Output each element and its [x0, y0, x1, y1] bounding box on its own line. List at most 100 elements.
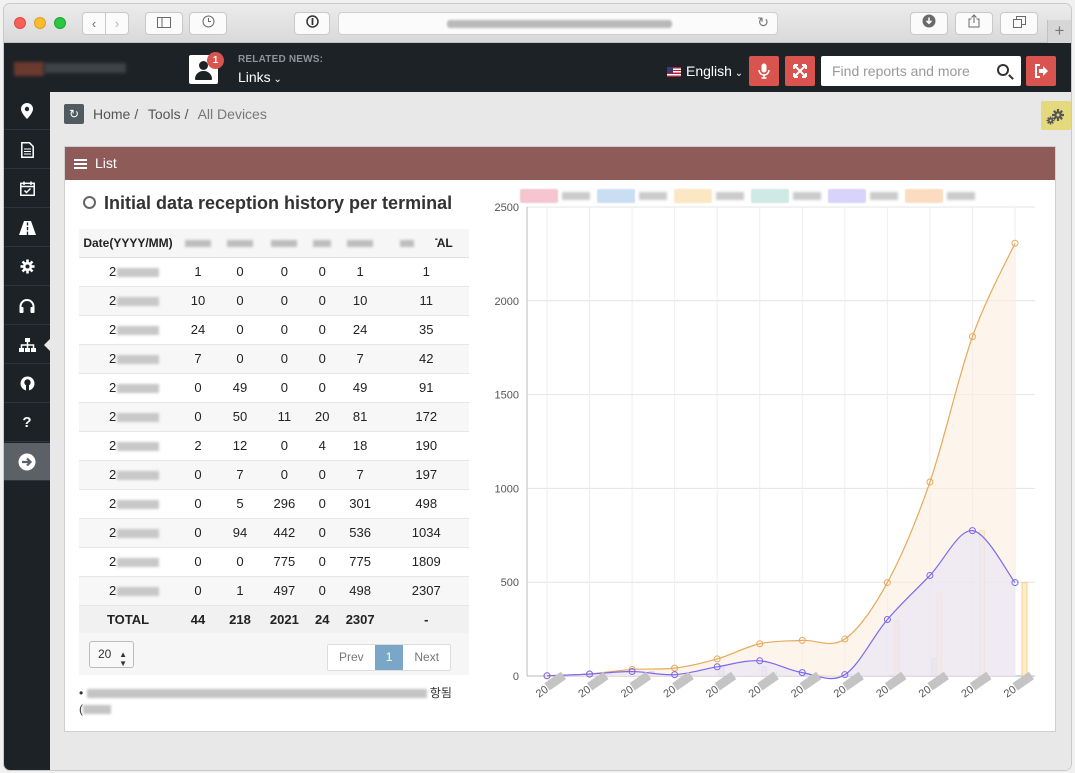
column-header-date[interactable]: Date(YYYY/MM): [79, 229, 177, 258]
table-row: 2 24 0 0 0 24 35: [79, 315, 469, 345]
column-header[interactable]: [219, 229, 261, 258]
sidebar-item-road[interactable]: [4, 209, 50, 247]
table-cell: 0: [261, 344, 308, 374]
table-cell: 91: [383, 373, 469, 403]
fullscreen-button[interactable]: [785, 56, 815, 86]
x-tick-redacted: [544, 671, 567, 691]
column-header[interactable]: [177, 229, 219, 258]
microphone-icon: [758, 63, 770, 79]
left-sidebar: ?: [4, 92, 50, 770]
table-cell: 4: [307, 431, 337, 461]
table-cell: 0: [261, 257, 308, 287]
address-bar[interactable]: ↻: [338, 12, 778, 35]
share-icon: [968, 14, 980, 28]
table-cell: 775: [336, 547, 384, 577]
sidebar-item-settings[interactable]: [4, 248, 50, 286]
sidebar-item-map[interactable]: [4, 92, 50, 130]
legend-item[interactable]: [905, 189, 975, 203]
legend-item[interactable]: [828, 189, 898, 203]
table-header-row: Date(YYYY/MM) TOTAL: [79, 229, 469, 258]
sidebar-item-calendar[interactable]: [4, 170, 50, 208]
close-window-button[interactable]: [14, 17, 26, 29]
legend-item[interactable]: [597, 189, 667, 203]
tabs-overview-button[interactable]: [1000, 12, 1038, 35]
table-cell: 0: [219, 547, 261, 577]
download-icon: [922, 14, 936, 28]
table-cell: 0: [307, 315, 337, 345]
minimize-window-button[interactable]: [34, 17, 46, 29]
table-cell: 0: [219, 286, 261, 316]
logout-button[interactable]: [1026, 56, 1056, 86]
search-input[interactable]: [821, 56, 1021, 86]
sidebar-item-help[interactable]: ?: [4, 404, 50, 442]
table-cell: 301: [336, 489, 384, 519]
legend-item[interactable]: [751, 189, 821, 203]
column-header[interactable]: [307, 229, 337, 258]
date-cell: 2: [79, 518, 177, 548]
table-cell: 0: [261, 315, 308, 345]
pagination: Prev 1 Next: [327, 644, 452, 671]
breadcrumb-home[interactable]: Home: [93, 106, 130, 122]
column-header[interactable]: [336, 229, 384, 258]
forward-button[interactable]: ›: [105, 12, 129, 35]
sitemap-icon: [18, 337, 36, 352]
language-dropdown[interactable]: English ⌄: [667, 63, 743, 79]
links-dropdown[interactable]: Links ⌄: [238, 69, 282, 85]
back-button[interactable]: ‹: [82, 12, 106, 35]
new-tab-button[interactable]: +: [1047, 20, 1071, 43]
date-cell: 2: [79, 489, 177, 519]
table-cell: 0: [307, 489, 337, 519]
column-header[interactable]: [261, 229, 308, 258]
microphone-button[interactable]: [749, 56, 779, 86]
page-size-select[interactable]: 20 ▲ ▼: [89, 641, 134, 668]
legend-item[interactable]: [520, 189, 590, 203]
date-cell: 2: [79, 344, 177, 374]
sidebar-item-reports[interactable]: [4, 131, 50, 169]
expand-icon: [793, 63, 807, 78]
bar: [1021, 582, 1028, 677]
table-row: 2 0 5 296 0 301 498: [79, 489, 469, 519]
sidebar-item-devices[interactable]: [4, 326, 50, 364]
gears-icon: [1046, 109, 1064, 125]
legend-label-redacted: [562, 192, 590, 200]
chevron-down-icon: ⌄: [731, 68, 744, 79]
reload-icon[interactable]: ↻: [757, 14, 769, 31]
table-cell: 0: [177, 489, 219, 519]
table-cell: 49: [336, 373, 384, 403]
notification-badge: 1: [207, 52, 224, 69]
next-page-button[interactable]: Next: [403, 645, 450, 670]
sidebar-item-support[interactable]: [4, 287, 50, 325]
table-cell: 2307: [383, 576, 469, 606]
sidebar-item-exit[interactable]: [4, 443, 50, 481]
share-button[interactable]: [955, 12, 993, 35]
sidebar-item-github[interactable]: [4, 365, 50, 403]
column-header-total[interactable]: TOTAL: [383, 229, 469, 258]
brand-logo[interactable]: [14, 60, 126, 78]
privacy-button[interactable]: [294, 12, 330, 35]
arrow-right-circle-icon: [18, 453, 36, 471]
search-icon[interactable]: [997, 64, 1009, 76]
history-button[interactable]: [189, 12, 227, 35]
panel-header: List: [65, 147, 1055, 180]
table-cell: 11: [261, 402, 308, 432]
page-1-button[interactable]: 1: [374, 645, 404, 670]
table-row: 2 7 0 0 0 7 42: [79, 344, 469, 374]
prev-page-button[interactable]: Prev: [328, 645, 375, 670]
zoom-window-button[interactable]: [54, 17, 66, 29]
question-icon: ?: [22, 414, 32, 431]
sidebar-toggle-button[interactable]: [145, 12, 183, 35]
refresh-button[interactable]: ↻: [64, 104, 84, 124]
legend-item[interactable]: [674, 189, 744, 203]
table-cell: 0: [307, 344, 337, 374]
table-cell: 0: [307, 286, 337, 316]
downloads-button[interactable]: [910, 12, 948, 35]
table-row: 2 0 1 497 0 498 2307: [79, 576, 469, 606]
table-cell: 24: [336, 315, 384, 345]
table-cell: 18: [336, 431, 384, 461]
table-cell: 5: [219, 489, 261, 519]
breadcrumb-tools[interactable]: Tools: [148, 106, 181, 122]
page-settings-button[interactable]: [1041, 101, 1071, 130]
y-tick-label: 2500: [495, 202, 519, 214]
radio-icon: [83, 196, 96, 209]
legend-label-redacted: [639, 192, 667, 200]
